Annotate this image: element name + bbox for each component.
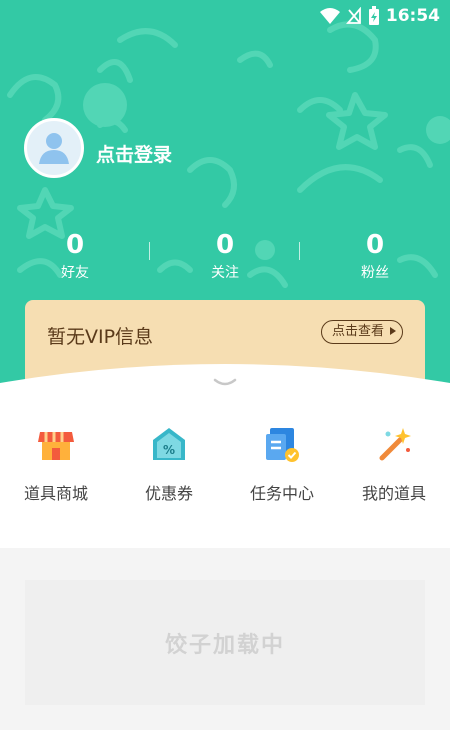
menu-item-label: 道具商城 (23, 484, 88, 503)
stat-label: 好友 (61, 265, 89, 281)
stat-value: 0 (215, 230, 235, 260)
menu-item-tasks[interactable]: 任务中心 (226, 424, 338, 504)
status-bar: 16:54 (0, 0, 450, 34)
stat-label: 粉丝 (361, 265, 389, 281)
stat-following[interactable]: 0 关注 (175, 230, 275, 282)
vip-view-button[interactable]: 点击查看 (320, 320, 403, 344)
battery-charging-icon (368, 6, 379, 25)
avatar[interactable] (24, 118, 84, 178)
task-center-icon (266, 428, 299, 462)
feature-menu: 道具商城 % 优惠券 任务中心 我的道具 (0, 424, 450, 504)
chevron-down-icon[interactable] (213, 378, 237, 388)
user-icon (39, 133, 69, 164)
loading-placeholder: 饺子加载中 (25, 580, 425, 705)
vip-title: 暂无VIP信息 (47, 326, 154, 348)
login-link[interactable]: 点击登录 (96, 140, 172, 167)
status-time: 16:54 (385, 6, 440, 26)
magic-wand-icon (379, 428, 411, 461)
stat-label: 关注 (211, 265, 239, 281)
loading-text: 饺子加载中 (164, 632, 285, 658)
play-arrow-icon (390, 327, 396, 335)
stat-followers[interactable]: 0 粉丝 (325, 230, 425, 282)
svg-text:%: % (163, 443, 175, 457)
coupon-icon: % (153, 428, 185, 460)
shop-icon (38, 432, 74, 460)
menu-item-coupon[interactable]: % 优惠券 (113, 424, 225, 504)
vip-view-label: 点击查看 (331, 324, 384, 339)
stat-friends[interactable]: 0 好友 (25, 230, 125, 282)
stat-divider (299, 242, 300, 260)
menu-item-label: 我的道具 (361, 484, 426, 503)
stats-row: 0 好友 0 关注 0 粉丝 (0, 230, 450, 290)
stat-divider (149, 242, 150, 260)
stat-value: 0 (365, 230, 385, 260)
status-icons: 16:54 (319, 6, 440, 26)
menu-item-label: 优惠券 (144, 484, 193, 503)
panel-curve (0, 364, 450, 395)
menu-item-props[interactable]: 我的道具 (338, 424, 450, 504)
no-signal-icon (345, 7, 361, 24)
wifi-icon (319, 8, 340, 24)
menu-item-label: 任务中心 (249, 484, 314, 503)
menu-item-shop[interactable]: 道具商城 (0, 424, 112, 504)
stat-value: 0 (65, 230, 85, 260)
